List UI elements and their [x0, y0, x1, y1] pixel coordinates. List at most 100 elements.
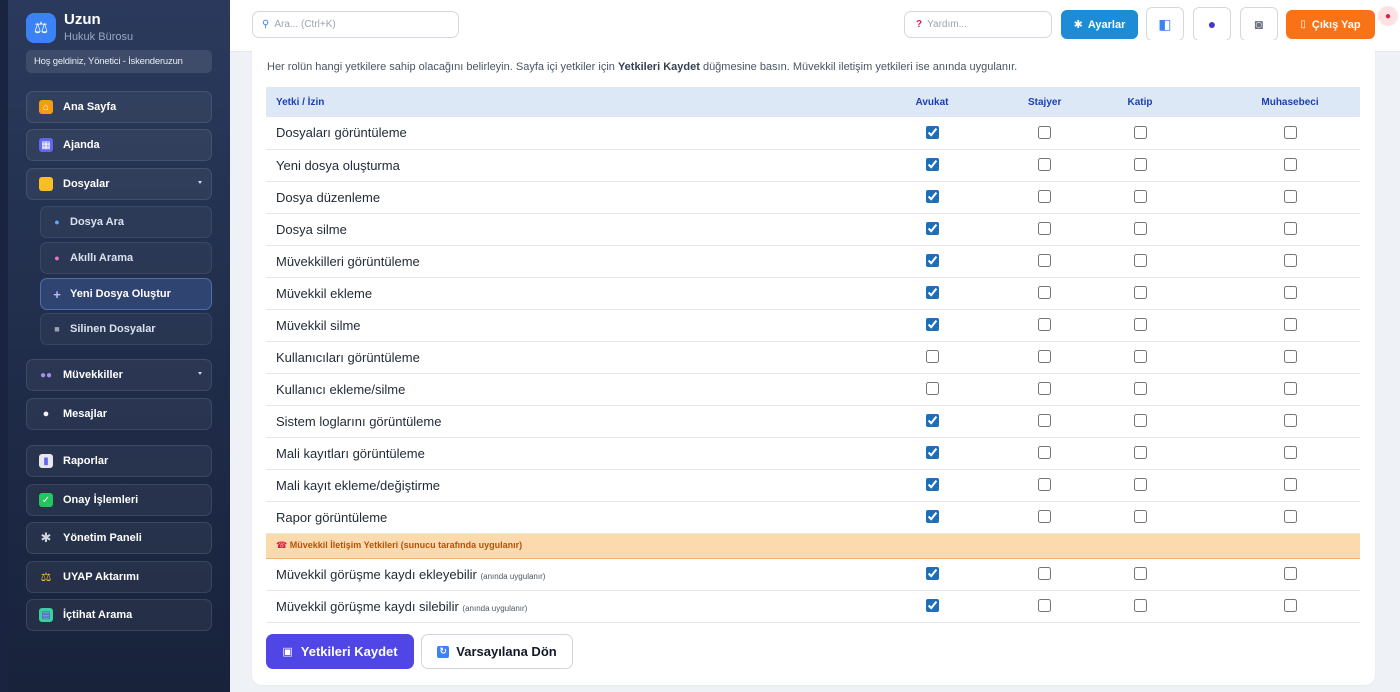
permission-checkbox-katip[interactable]	[1133, 222, 1147, 236]
sidebar-item-uyap-aktarimi[interactable]: ⚖ UYAP Aktarımı	[26, 561, 212, 593]
permission-checkbox-muhasebeci[interactable]	[1283, 222, 1297, 236]
sidebar-item-raporlar[interactable]: ▮ Raporlar	[26, 445, 212, 477]
permission-checkbox-katip[interactable]	[1133, 350, 1147, 364]
sidebar-item-mesajlar[interactable]: ● Mesajlar	[26, 398, 212, 430]
sidebar-item-ajanda[interactable]: ▦ Ajanda	[26, 129, 212, 161]
permission-checkbox-avukat[interactable]	[925, 222, 939, 236]
permission-checkbox-katip[interactable]	[1133, 254, 1147, 268]
sidebar-subitem-yeni-dosya[interactable]: + Yeni Dosya Oluştur	[40, 278, 212, 310]
permission-checkbox-avukat[interactable]	[925, 567, 939, 581]
permission-checkbox-muhasebeci[interactable]	[1283, 190, 1297, 204]
help-box[interactable]: ?	[904, 11, 1052, 38]
permission-checkbox-katip[interactable]	[1133, 158, 1147, 172]
permission-checkbox-muhasebeci[interactable]	[1283, 286, 1297, 300]
permission-checkbox-katip[interactable]	[1133, 478, 1147, 492]
permission-checkbox-stajyer[interactable]	[1037, 318, 1051, 332]
permission-cell-avukat	[836, 245, 1028, 278]
permission-checkbox-avukat[interactable]	[925, 478, 939, 492]
permission-checkbox-katip[interactable]	[1133, 286, 1147, 300]
permission-checkbox-katip[interactable]	[1133, 446, 1147, 460]
permission-checkbox-muhasebeci[interactable]	[1283, 414, 1297, 428]
permission-checkbox-katip[interactable]	[1133, 567, 1147, 581]
help-input[interactable]	[927, 19, 1051, 30]
permission-checkbox-stajyer[interactable]	[1037, 414, 1051, 428]
sidebar-item-ictihat-arama[interactable]: ▤ İçtihat Arama	[26, 599, 212, 631]
permission-checkbox-muhasebeci[interactable]	[1283, 478, 1297, 492]
permission-checkbox-stajyer[interactable]	[1037, 190, 1051, 204]
permission-checkbox-stajyer[interactable]	[1037, 567, 1051, 581]
chat-user-icon: ◧	[1158, 15, 1172, 32]
permission-checkbox-muhasebeci[interactable]	[1283, 318, 1297, 332]
permission-checkbox-stajyer[interactable]	[1037, 158, 1051, 172]
sidebar-item-dosyalar[interactable]: Dosyalar	[26, 168, 212, 200]
permission-checkbox-muhasebeci[interactable]	[1283, 567, 1297, 581]
permission-checkbox-muhasebeci[interactable]	[1283, 158, 1297, 172]
permission-checkbox-muhasebeci[interactable]	[1283, 350, 1297, 364]
sidebar-subitem-dosya-ara[interactable]: ● Dosya Ara	[40, 206, 212, 238]
permission-checkbox-katip[interactable]	[1133, 126, 1147, 140]
permission-checkbox-muhasebeci[interactable]	[1283, 126, 1297, 140]
permission-checkbox-katip[interactable]	[1133, 318, 1147, 332]
sidebar-subitem-silinen-dosyalar[interactable]: ■ Silinen Dosyalar	[40, 313, 212, 345]
permission-checkbox-stajyer[interactable]	[1037, 510, 1051, 524]
section-label: Müvekkil İletişim Yetkileri (sunucu tara…	[289, 540, 523, 550]
save-permissions-button[interactable]: ▣ Yetkileri Kaydet	[266, 634, 414, 669]
settings-button[interactable]: ✱ Ayarlar	[1061, 10, 1138, 39]
permission-checkbox-avukat[interactable]	[925, 126, 939, 140]
sidebar-item-muvekkiller[interactable]: ●● Müvekkiller	[26, 359, 212, 391]
permission-checkbox-stajyer[interactable]	[1037, 286, 1051, 300]
chat-user-button[interactable]: ◧	[1146, 7, 1184, 41]
permission-checkbox-avukat[interactable]	[925, 158, 939, 172]
permission-checkbox-avukat[interactable]	[925, 414, 939, 428]
permission-checkbox-avukat[interactable]	[925, 599, 939, 613]
sidebar-item-ana-sayfa[interactable]: ⌂ Ana Sayfa	[26, 91, 212, 123]
brand[interactable]: ⚖ Uzun Hukuk Bürosu	[26, 12, 133, 44]
permission-checkbox-avukat[interactable]	[925, 286, 939, 300]
scrollbar-gutter[interactable]	[1388, 52, 1400, 692]
permission-label: Dosyaları görüntüleme	[266, 117, 836, 150]
permission-checkbox-muhasebeci[interactable]	[1283, 446, 1297, 460]
permission-checkbox-avukat[interactable]	[925, 190, 939, 204]
permission-checkbox-muhasebeci[interactable]	[1283, 382, 1297, 396]
sidebar: ⚖ Uzun Hukuk Bürosu Hoş geldiniz, Yöneti…	[8, 0, 230, 692]
assistant-button[interactable]: ◙	[1240, 7, 1278, 41]
palette-icon[interactable]: ●	[1378, 6, 1398, 26]
permission-cell-avukat	[836, 181, 1028, 214]
permission-checkbox-muhasebeci[interactable]	[1283, 254, 1297, 268]
permission-checkbox-stajyer[interactable]	[1037, 126, 1051, 140]
permission-checkbox-avukat[interactable]	[925, 254, 939, 268]
permission-checkbox-stajyer[interactable]	[1037, 599, 1051, 613]
permission-checkbox-muhasebeci[interactable]	[1283, 599, 1297, 613]
permission-checkbox-katip[interactable]	[1133, 510, 1147, 524]
reset-defaults-button[interactable]: ↻ Varsayılana Dön	[421, 634, 573, 669]
sidebar-item-label: Ajanda	[63, 139, 100, 151]
profile-button[interactable]: ●	[1193, 7, 1231, 41]
people-icon: ●●	[39, 369, 53, 381]
permission-checkbox-katip[interactable]	[1133, 414, 1147, 428]
permission-cell-muhasebeci	[1220, 373, 1360, 406]
permission-checkbox-avukat[interactable]	[925, 318, 939, 332]
permission-checkbox-stajyer[interactable]	[1037, 222, 1051, 236]
sidebar-item-onay-islemleri[interactable]: ✓ Onay İşlemleri	[26, 484, 212, 516]
permission-checkbox-katip[interactable]	[1133, 599, 1147, 613]
search-box[interactable]: ⚲	[252, 11, 459, 38]
permission-checkbox-avukat[interactable]	[925, 446, 939, 460]
sidebar-subitem-akilli-arama[interactable]: ● Akıllı Arama	[40, 242, 212, 274]
permission-checkbox-stajyer[interactable]	[1037, 254, 1051, 268]
window-edge	[0, 0, 8, 692]
search-input[interactable]	[274, 19, 458, 30]
sidebar-item-yonetim-paneli[interactable]: ✱ Yönetim Paneli	[26, 522, 212, 554]
permission-checkbox-avukat[interactable]	[925, 510, 939, 524]
permission-checkbox-stajyer[interactable]	[1037, 478, 1051, 492]
logout-button[interactable]: ▯ Çıkış Yap	[1286, 10, 1375, 39]
permission-checkbox-muhasebeci[interactable]	[1283, 510, 1297, 524]
permission-checkbox-avukat[interactable]	[925, 350, 939, 364]
permission-cell-katip	[1060, 590, 1220, 623]
permission-checkbox-stajyer[interactable]	[1037, 446, 1051, 460]
permission-checkbox-katip[interactable]	[1133, 190, 1147, 204]
permission-checkbox-stajyer[interactable]	[1037, 350, 1051, 364]
permission-checkbox-katip[interactable]	[1133, 382, 1147, 396]
check-box-icon: ✓	[39, 493, 53, 507]
permission-checkbox-avukat[interactable]	[925, 382, 939, 396]
permission-checkbox-stajyer[interactable]	[1037, 382, 1051, 396]
